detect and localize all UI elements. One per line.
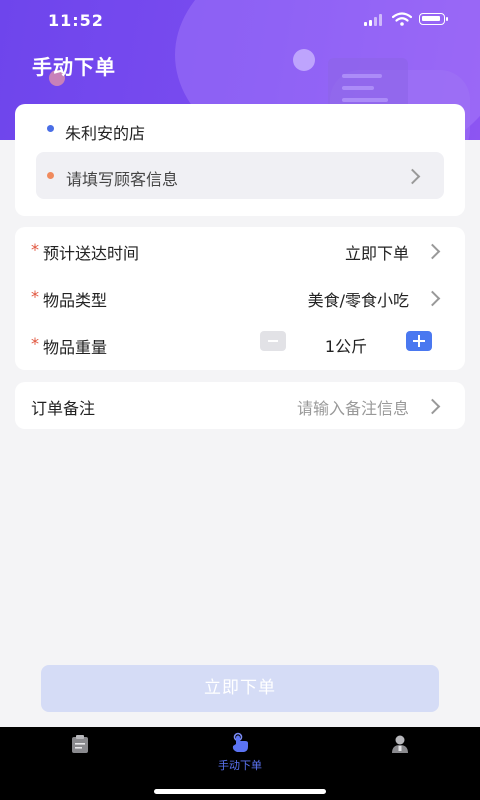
tab-orders[interactable] <box>40 727 120 787</box>
required-mark: * <box>31 287 39 306</box>
chevron-right-icon <box>424 290 441 307</box>
clipboard-icon <box>72 735 88 753</box>
status-time: 11:52 <box>48 11 104 30</box>
weight-decrease-button[interactable] <box>260 331 286 351</box>
item-weight-label: 物品重量 <box>43 338 108 357</box>
user-icon <box>392 735 408 753</box>
weight-increase-button[interactable] <box>406 331 432 351</box>
tab-manual-order-label: 手动下单 <box>218 759 262 772</box>
store-name: 朱利安的店 <box>65 124 146 143</box>
weight-value: 1公斤 <box>324 337 368 356</box>
order-remark-input[interactable]: 请输入备注信息 <box>297 395 409 419</box>
item-type-row[interactable]: * 物品类型 美食/零食小吃 <box>15 274 465 321</box>
tab-manual-order[interactable]: 手动下单 <box>200 727 280 787</box>
required-mark: * <box>31 334 39 353</box>
customer-info-row[interactable]: 请填写顾客信息 <box>36 152 444 199</box>
page-title: 手动下单 <box>32 55 116 79</box>
customer-dot-icon <box>47 172 54 179</box>
customer-info-placeholder: 请填写顾客信息 <box>66 170 179 189</box>
item-weight-row: * 物品重量 1公斤 <box>15 321 465 368</box>
status-bar: 11:52 <box>0 0 480 40</box>
item-type-label: 物品类型 <box>43 291 108 310</box>
required-mark: * <box>31 240 39 259</box>
order-remark-label: 订单备注 <box>31 399 96 418</box>
battery-icon <box>419 13 448 25</box>
store-dot-icon <box>47 125 54 132</box>
delivery-time-label: 预计送达时间 <box>43 244 140 263</box>
signal-icon <box>364 14 386 26</box>
chevron-right-icon <box>404 168 421 185</box>
store-customer-card: 朱利安的店 请填写顾客信息 <box>15 104 465 216</box>
wifi-icon <box>392 12 412 26</box>
tab-profile[interactable] <box>360 727 440 787</box>
chevron-right-icon <box>424 243 441 260</box>
hand-tap-icon <box>232 732 248 752</box>
home-indicator <box>154 789 326 794</box>
decor-dot <box>293 49 315 71</box>
submit-order-button[interactable]: 立即下单 <box>41 665 439 712</box>
delivery-time-row[interactable]: * 预计送达时间 立即下单 <box>15 227 465 274</box>
delivery-time-value: 立即下单 <box>344 244 409 263</box>
item-type-value: 美食/零食小吃 <box>307 291 409 310</box>
chevron-right-icon <box>424 398 441 415</box>
order-remark-row[interactable]: 订单备注 请输入备注信息 <box>15 382 465 429</box>
order-form-card: * 预计送达时间 立即下单 * 物品类型 美食/零食小吃 * 物品重量 1公斤 <box>15 227 465 370</box>
